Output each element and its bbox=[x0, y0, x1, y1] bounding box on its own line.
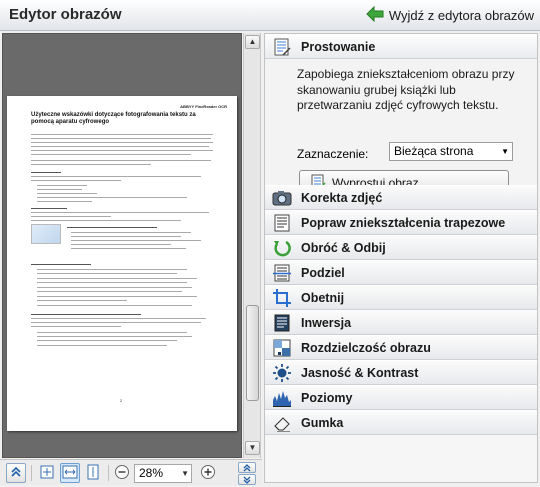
vertical-scrollbar[interactable]: ▲ ▼ bbox=[243, 33, 261, 458]
section-straightening-label: Prostowanie bbox=[301, 39, 376, 54]
section-brightness-contrast[interactable]: Jasność & Kontrast bbox=[265, 360, 537, 385]
collapse-panel-button[interactable] bbox=[6, 463, 26, 483]
zoom-out-button[interactable] bbox=[112, 463, 132, 483]
page-number: 2 bbox=[120, 398, 123, 403]
zoom-value: 28% bbox=[139, 466, 164, 480]
section-trapezoid-correction[interactable]: Popraw zniekształcenia trapezowe bbox=[265, 210, 537, 235]
section-label: Rozdzielczość obrazu bbox=[301, 340, 431, 355]
image-editor-window: Edytor obrazów Wyjdź z edytora obrazów A… bbox=[0, 0, 540, 485]
section-levels[interactable]: Poziomy bbox=[265, 385, 537, 410]
tools-panel: Prostowanie Zapobiega zniekształceniom o… bbox=[264, 33, 538, 483]
section-label: Podziel bbox=[301, 265, 345, 280]
section-label: Poziomy bbox=[301, 390, 353, 405]
section-invert[interactable]: Inwersja bbox=[265, 310, 537, 335]
split-icon bbox=[271, 262, 293, 284]
section-split[interactable]: Podziel bbox=[265, 260, 537, 285]
section-straightening-body: Zapobiega zniekształceniom obrazu przy s… bbox=[265, 59, 537, 196]
title-bar: Edytor obrazów Wyjdź z edytora obrazów bbox=[0, 0, 540, 31]
section-label: Popraw zniekształcenia trapezowe bbox=[301, 215, 506, 230]
chevron-down-icon: ▼ bbox=[181, 469, 189, 478]
rotate-icon bbox=[271, 237, 293, 259]
eraser-icon bbox=[271, 412, 293, 434]
trapezoid-icon bbox=[271, 212, 293, 234]
fit-width-icon bbox=[62, 464, 78, 483]
page-preview-pane[interactable]: ABBYY FineReader OCR Użyteczne wskazówki… bbox=[2, 33, 242, 458]
window-title: Edytor obrazów bbox=[9, 6, 122, 23]
scroll-thumb[interactable] bbox=[246, 305, 259, 401]
straightening-description: Zapobiega zniekształceniom obrazu przy s… bbox=[297, 67, 515, 112]
zoom-in-button[interactable] bbox=[198, 463, 218, 483]
fit-page-icon bbox=[39, 464, 55, 483]
section-eraser[interactable]: Gumka bbox=[265, 410, 537, 435]
zoom-in-icon bbox=[200, 464, 216, 483]
back-arrow-icon bbox=[366, 5, 384, 25]
chevron-down-icon: ▼ bbox=[501, 147, 509, 156]
section-label: Gumka bbox=[301, 415, 344, 430]
panel-scroll-up-button[interactable] bbox=[238, 462, 256, 473]
section-label: Inwersja bbox=[301, 315, 352, 330]
page-thumbnail[interactable]: ABBYY FineReader OCR Użyteczne wskazówki… bbox=[7, 96, 237, 431]
fit-width-button[interactable] bbox=[60, 463, 80, 483]
double-chevron-down-icon bbox=[243, 473, 251, 487]
scroll-up-button[interactable]: ▲ bbox=[245, 35, 260, 49]
exit-editor-button[interactable]: Wyjdź z edytora obrazów bbox=[366, 5, 534, 26]
double-chevron-up-icon bbox=[10, 466, 22, 481]
fit-page-button[interactable] bbox=[37, 463, 57, 483]
page-figure bbox=[31, 224, 61, 244]
camera-icon bbox=[271, 187, 293, 209]
exit-editor-label: Wyjdź z edytora obrazów bbox=[388, 8, 534, 23]
invert-icon bbox=[271, 312, 293, 334]
section-label: Obróć & Odbij bbox=[301, 240, 386, 255]
selection-label: Zaznaczenie: bbox=[297, 147, 369, 161]
section-crop[interactable]: Obetnij bbox=[265, 285, 537, 310]
selection-dropdown[interactable]: Bieżąca strona ▼ bbox=[389, 142, 513, 161]
zoom-select[interactable]: 28% ▼ bbox=[134, 464, 192, 483]
selection-value: Bieżąca strona bbox=[394, 144, 474, 158]
section-image-resolution[interactable]: Rozdzielczość obrazu bbox=[265, 335, 537, 360]
scroll-down-button[interactable]: ▼ bbox=[245, 441, 260, 455]
section-label: Korekta zdjęć bbox=[301, 190, 383, 205]
section-label: Obetnij bbox=[301, 290, 345, 305]
resolution-icon bbox=[271, 337, 293, 359]
section-straightening-header[interactable]: Prostowanie bbox=[265, 34, 537, 59]
brightness-icon bbox=[271, 362, 293, 384]
section-label: Jasność & Kontrast bbox=[301, 365, 419, 380]
page-title-text: Użyteczne wskazówki dotyczące fotografow… bbox=[31, 112, 196, 125]
crop-icon bbox=[271, 287, 293, 309]
preview-toolbar: 28% ▼ bbox=[0, 459, 262, 485]
fit-height-button[interactable] bbox=[83, 463, 103, 483]
panel-scroll-down-button[interactable] bbox=[238, 474, 256, 485]
section-rotate-flip[interactable]: Obróć & Odbij bbox=[265, 235, 537, 260]
straighten-icon bbox=[271, 36, 293, 58]
page-header-text: ABBYY FineReader OCR bbox=[180, 104, 227, 109]
levels-icon bbox=[271, 387, 293, 409]
section-photo-correction[interactable]: Korekta zdjęć bbox=[265, 185, 537, 210]
zoom-out-icon bbox=[114, 464, 130, 483]
fit-height-icon bbox=[85, 464, 101, 483]
